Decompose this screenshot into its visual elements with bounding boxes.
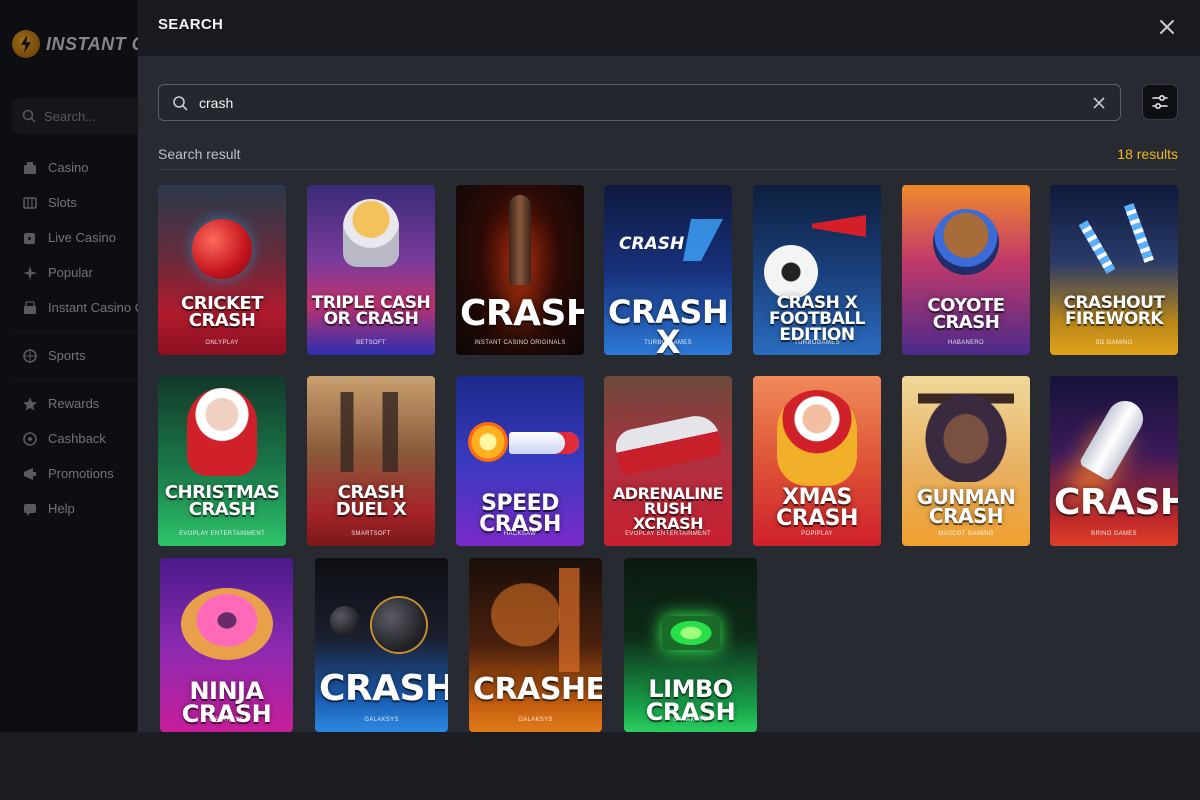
game-title: CRASH X — [608, 293, 729, 355]
bottom-bar — [0, 732, 1200, 800]
game-card-crash-duel-x[interactable]: CRASH DUEL X SMARTSOFT — [307, 376, 435, 546]
game-provider: INSTANT CASINO ORIGINALS — [474, 340, 566, 346]
game-card-ninja-crash[interactable]: NINJA CRASH GALAKSYS — [160, 558, 293, 732]
search-modal: SEARCH Search result 18 results CRICKET … — [138, 0, 1200, 732]
filter-button[interactable] — [1142, 84, 1178, 120]
game-card-crasher[interactable]: CRASHER GALAKSYS — [469, 558, 602, 732]
explosion-icon — [468, 422, 508, 462]
game-provider: HABANERO — [947, 340, 985, 346]
game-card-crash-galaksys[interactable]: CRASH GALAKSYS — [315, 558, 448, 732]
game-provider: GALAKSYS — [518, 717, 553, 723]
football-icon — [764, 245, 818, 299]
game-title: GUNMAN CRASH — [916, 485, 1016, 528]
energy-core-icon — [661, 616, 720, 650]
search-icon — [171, 94, 189, 112]
game-card-crash-originals[interactable]: CRASH INSTANT CASINO ORIGINALS — [456, 185, 584, 355]
game-card-cricket-crash[interactable]: CRICKET CRASH ONLYPLAY — [158, 185, 286, 355]
game-title: CRASH — [460, 293, 584, 334]
search-field[interactable] — [158, 84, 1121, 121]
game-card-crash-x[interactable]: CRASH CRASH X TURBO GAMES — [604, 185, 732, 355]
game-title: ADRENALINE RUSH XCRASH — [612, 484, 724, 534]
game-card-adrenaline-rush[interactable]: ADRENALINE RUSH XCRASH EVOPLAY ENTERTAIN… — [604, 376, 732, 546]
santa-float-icon — [777, 390, 857, 486]
clear-search-button[interactable] — [1090, 94, 1108, 112]
game-title: CRASH DUEL X — [335, 482, 407, 521]
game-provider: SG GAMING — [1095, 340, 1133, 346]
game-provider: GALAKSYS — [364, 717, 399, 723]
game-provider: HACKSAW — [503, 531, 537, 537]
donut-icon — [180, 588, 273, 660]
bomb-icon — [330, 606, 360, 636]
game-card-crash-x-football[interactable]: CRASH X FOOTBALL EDITION TURBOGAMES — [753, 185, 881, 355]
game-provider: BRINO GAMES — [1091, 531, 1137, 537]
santa-icon — [187, 388, 257, 476]
bomb-icon — [372, 598, 426, 652]
game-title: CRASHOUT FIREWORK — [1063, 293, 1165, 330]
game-title: CRASH — [1054, 482, 1178, 523]
game-title: CRICKET CRASH — [181, 293, 264, 332]
close-icon — [1160, 20, 1174, 34]
game-provider: EVOPLAY ENTERTAINMENT — [625, 531, 711, 537]
modal-title: SEARCH — [158, 16, 224, 33]
rocket-icon — [509, 432, 579, 454]
game-card-christmas-crash[interactable]: CHRISTMAS CRASH EVOPLAY ENTERTAINMENT — [158, 376, 286, 546]
game-title: XMAS CRASH — [776, 485, 858, 531]
game-card-xmas-crash[interactable]: XMAS CRASH POPIPLAY — [753, 376, 881, 546]
game-title: CRASH X FOOTBALL EDITION — [769, 293, 865, 346]
game-card-gunman-crash[interactable]: GUNMAN CRASH MASCOT GAMING — [902, 376, 1030, 546]
svg-text:CRASH: CRASH — [619, 234, 684, 254]
coyote-icon — [933, 209, 999, 275]
game-title: COYOTE CRASH — [927, 295, 1005, 334]
crash-x-logo-icon: CRASH — [613, 219, 723, 261]
game-provider: GALAKSYS — [673, 717, 708, 723]
game-provider: GALAKSYS — [209, 717, 244, 723]
game-card-speed-crash[interactable]: SPEED CRASH HACKSAW — [456, 376, 584, 546]
close-button[interactable] — [1154, 14, 1180, 40]
game-card-triple-cash-or-crash[interactable]: TRIPLE CASH OR CRASH BETSOFT — [307, 185, 435, 355]
result-label: Search result — [158, 146, 241, 162]
gunman-icon — [918, 386, 1014, 482]
game-provider: SMARTSOFT — [351, 531, 391, 537]
game-title: CHRISTMAS CRASH — [164, 482, 280, 521]
game-provider: EVOPLAY ENTERTAINMENT — [179, 531, 265, 537]
game-card-coyote-crash[interactable]: COYOTE CRASH HABANERO — [902, 185, 1030, 355]
game-card-crash-brino[interactable]: CRASH BRINO GAMES — [1050, 376, 1178, 546]
clear-icon — [1093, 97, 1105, 108]
cowboys-icon — [323, 392, 419, 472]
game-provider: MASCOT GAMING — [938, 531, 994, 537]
cricket-ball-icon — [192, 219, 252, 279]
result-count: 18 results — [1117, 146, 1178, 162]
brute-hammer-icon — [483, 568, 588, 672]
result-header: Search result 18 results — [158, 146, 1178, 170]
game-title: SPEED CRASH — [479, 491, 561, 537]
modal-header: SEARCH — [138, 0, 1200, 56]
search-input[interactable] — [199, 94, 1090, 111]
game-title: TRIPLE CASH OR CRASH — [311, 293, 431, 330]
game-provider: TURBOGAMES — [794, 340, 840, 346]
game-provider: TURBO GAMES — [644, 340, 692, 346]
rocket-icon — [509, 195, 531, 285]
game-card-crashout-firework[interactable]: CRASHOUT FIREWORK SG GAMING — [1050, 185, 1178, 355]
game-provider: BETSOFT — [356, 340, 386, 346]
astronaut-icon — [343, 199, 399, 267]
sliders-icon — [1152, 94, 1168, 110]
game-card-limbo-crash[interactable]: LIMBO CRASH GALAKSYS — [624, 558, 757, 732]
game-title: CRASHER — [473, 672, 602, 707]
game-provider: ONLYPLAY — [205, 340, 239, 346]
game-provider: POPIPLAY — [801, 531, 833, 537]
game-title: CRASH — [319, 668, 448, 709]
